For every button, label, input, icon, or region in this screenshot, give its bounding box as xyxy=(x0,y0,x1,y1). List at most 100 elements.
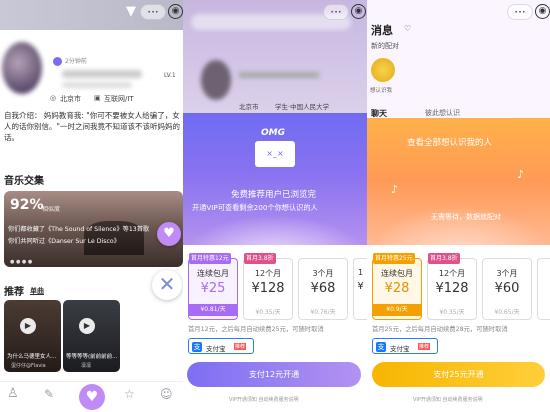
plan-tag: 首月特惠12元 xyxy=(189,253,231,264)
more-icon[interactable]: ··· xyxy=(323,4,349,20)
page-title: 消息 xyxy=(371,24,393,37)
dislike-close-icon[interactable]: ✕ xyxy=(152,270,182,300)
discover-nav-icon[interactable]: ✎ xyxy=(44,387,54,401)
screenshot: ▼ ··· ◉ 2分钟前 LV.1 ◎ 北京市 ▣ 互联网/IT 自我介绍： 妈… xyxy=(0,0,550,412)
plan-tag: 首月3.8折 xyxy=(244,253,276,264)
vip-panel-1: ··· ◉ 北京市 学生·中国人民大学 OMG ×_× 免费推荐用户已浏览完 开… xyxy=(183,0,367,412)
paywall-subline: 无需等待，数据就配对 xyxy=(431,213,501,221)
industry-icon: ▣ xyxy=(94,94,101,102)
pay-cta-button[interactable]: 支付12元开通 xyxy=(187,362,361,387)
plan-per-day: ¥0.76/天 xyxy=(310,309,336,316)
bottom-nav: ♙ ✎ ♥ ☆ ☺ xyxy=(0,381,183,412)
music-note-icon: ♪ xyxy=(391,183,399,196)
location: 北京市 xyxy=(60,95,81,103)
username xyxy=(62,70,142,78)
song-artist: 蛋仔仔@Flavia xyxy=(11,363,46,369)
paywall-headline: 查看全部想认识我的人 xyxy=(407,138,493,148)
terms-links[interactable]: VIP开通须知 自动续费服务说明 xyxy=(229,396,299,403)
bio: 自我介绍： 妈妈教育我: "你可不要被女人给骗了，女人的话你别信。"一时之间我竟… xyxy=(4,111,180,142)
alipay-icon: 支 xyxy=(192,342,202,352)
verified-icon xyxy=(53,57,62,66)
school: 学生·中国人民大学 xyxy=(275,103,330,111)
plan-tag: 首月特惠25元 xyxy=(373,253,415,264)
plan-name: 12个月 xyxy=(254,269,282,278)
plan-12-months[interactable]: 首月3.8折 12个月 ¥128 ¥0.35/天 xyxy=(243,253,293,320)
match-nav-icon[interactable]: ♥ xyxy=(79,384,105,410)
play-icon[interactable]: ▶ xyxy=(79,318,95,334)
blurred-name xyxy=(239,72,319,78)
plan-price: ¥ xyxy=(357,281,364,292)
song-title: 为什么马德里女人... xyxy=(7,354,57,360)
industry: 互联网/IT xyxy=(104,95,134,103)
plan-per-day: ¥0.35/天 xyxy=(439,309,465,316)
who-likes-me-label: 想认识我 xyxy=(370,88,393,94)
song-title: 等等等等(前前前前... xyxy=(66,354,118,360)
plan-per-day: ¥0.9/天 xyxy=(373,304,421,316)
plan-name: 1 xyxy=(357,268,364,277)
post-time: 2分钟前 xyxy=(65,58,87,65)
blurred-avatar xyxy=(201,60,231,100)
like-heart-icon[interactable]: ♥ xyxy=(157,222,181,246)
filter-icon[interactable]: ▼ xyxy=(126,4,136,19)
close-mini-icon[interactable]: ◉ xyxy=(351,4,366,19)
recommend-badge: 推荐 xyxy=(418,343,431,350)
plan-monthly-auto[interactable]: 首月特惠12元 连续包月 ¥25 ¥0.81/天 xyxy=(188,253,238,320)
plan-price: ¥60 xyxy=(494,281,520,296)
song-card-2[interactable]: ▶ 等等等等(前前前前... 凛凛 xyxy=(63,300,120,372)
plan-price: ¥128 xyxy=(251,281,285,296)
star-nav-icon[interactable]: ☆ xyxy=(124,387,135,401)
renewal-note: 首月12元，之后每月自动续费25元，可随时取消 xyxy=(188,326,324,333)
pay-method-alipay[interactable]: 支 支付宝 推荐 xyxy=(372,338,438,354)
plan-1-month-partial[interactable]: 1 ¥ xyxy=(353,258,367,320)
plan-3-months[interactable]: 3个月 ¥60 ¥0.65/天 xyxy=(482,258,532,320)
pay-method-alipay[interactable]: 支 支付宝 推荐 xyxy=(188,338,254,354)
plan-price: ¥25 xyxy=(200,281,226,296)
avatar[interactable] xyxy=(2,42,42,94)
song-artist: 凛凛 xyxy=(81,363,92,369)
shared-favorites: 你们都收藏了《The Sound of Silence》等13首歌 xyxy=(8,226,150,233)
close-mini-icon[interactable]: ◉ xyxy=(168,4,183,19)
plan-per-day: ¥0.81/天 xyxy=(189,304,237,316)
tab-mutual[interactable]: 彼此想认识 xyxy=(425,108,460,118)
plan-per-day: ¥0.35/天 xyxy=(255,309,281,316)
music-card[interactable]: 92% 相似度 你们都收藏了《The Sound of Silence》等13首… xyxy=(4,191,183,267)
plan-price: ¥68 xyxy=(310,281,336,296)
plan-name: 连续包月 xyxy=(197,269,229,278)
terms-links[interactable]: VIP开通须知 自动续费服务说明 xyxy=(413,396,483,403)
paywall-subline: 开通VIP可查看剩余200个你想认识的人 xyxy=(192,203,318,212)
plan-3-months[interactable]: 3个月 ¥68 ¥0.76/天 xyxy=(298,258,348,320)
profile-panel: ▼ ··· ◉ 2分钟前 LV.1 ◎ 北京市 ▣ 互联网/IT 自我介绍： 妈… xyxy=(0,0,183,412)
message-nav-icon[interactable]: ☺ xyxy=(160,387,173,401)
tv-mascot-icon: ×_× xyxy=(255,141,295,167)
music-section-title: 音乐交集 xyxy=(4,176,44,187)
alipay-icon: 支 xyxy=(376,342,386,352)
plan-name: 3个月 xyxy=(312,269,334,278)
plan-name: 12个月 xyxy=(438,269,466,278)
renewal-note: 首月25元，之后每月自动续费28元，可随时取消 xyxy=(372,326,508,333)
bell-icon[interactable]: ♡ xyxy=(404,24,411,33)
plan-price: ¥28 xyxy=(384,281,410,296)
pay-cta-button[interactable]: 支付25元开通 xyxy=(372,362,545,387)
new-matches-label: 新的配对 xyxy=(371,42,399,50)
play-icon[interactable]: ▶ xyxy=(20,318,36,334)
shared-listened: 你们共同听过《Danser Sur Le Disco》 xyxy=(8,238,120,245)
pay-method-label: 支付宝 xyxy=(206,345,226,353)
more-icon[interactable]: ··· xyxy=(140,4,166,20)
location: 北京市 xyxy=(239,103,259,111)
plan-partial[interactable] xyxy=(537,258,550,320)
location-icon: ◎ xyxy=(50,94,57,102)
paywall-headline: 免费推荐用户已浏览完 xyxy=(231,190,317,200)
plan-monthly-auto[interactable]: 首月特惠25元 连续包月 ¥28 ¥0.9/天 xyxy=(372,253,422,320)
plan-12-months[interactable]: 首月3.8折 12个月 ¥128 ¥0.35/天 xyxy=(427,253,477,320)
song-card-1[interactable]: ▶ 为什么马德里女人... 蛋仔仔@Flavia xyxy=(4,300,61,372)
plan-price: ¥128 xyxy=(435,281,469,296)
plan-per-day: ¥0.65/天 xyxy=(494,309,520,316)
profile-nav-icon[interactable]: ♙ xyxy=(7,386,19,401)
plan-name: 3个月 xyxy=(496,269,518,278)
recommend-tab-single[interactable]: 单曲 xyxy=(30,286,44,296)
who-likes-me-avatar[interactable] xyxy=(371,58,395,82)
plan-name: 连续包月 xyxy=(381,269,413,278)
pay-method-label: 支付宝 xyxy=(390,345,410,353)
close-mini-icon[interactable]: ◉ xyxy=(535,4,550,19)
more-icon[interactable]: ··· xyxy=(507,4,533,20)
